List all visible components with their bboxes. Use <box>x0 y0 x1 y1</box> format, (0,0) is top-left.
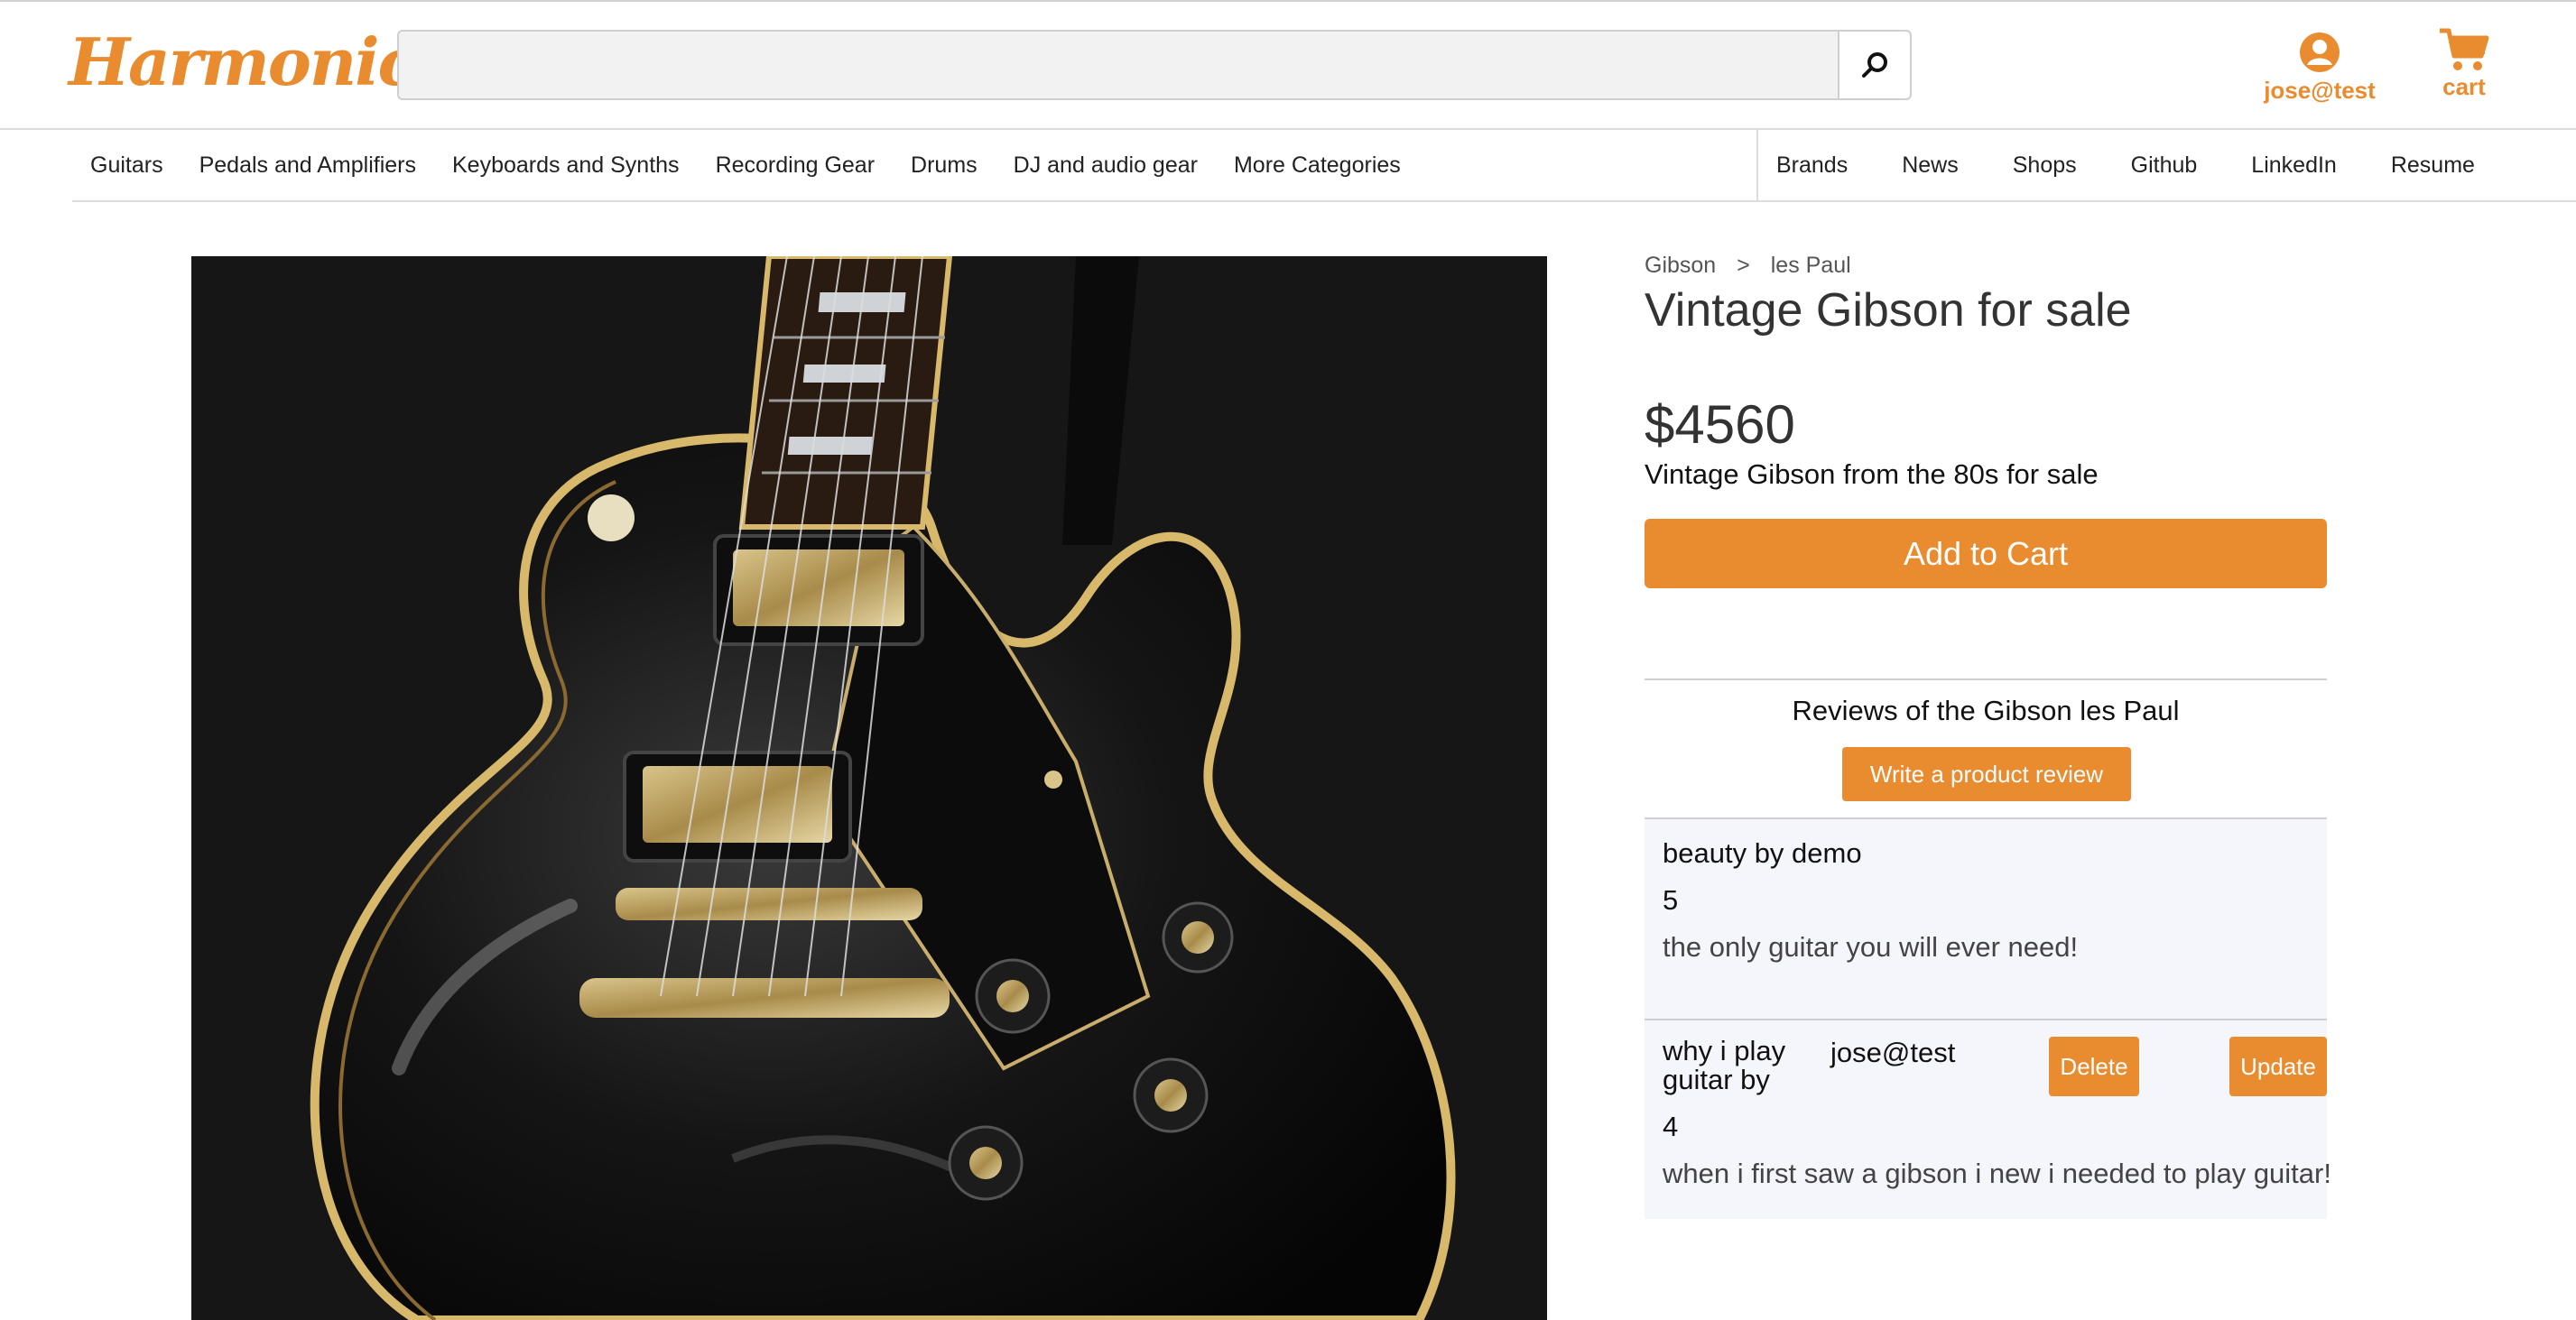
nav-item-news[interactable]: News <box>1902 152 1959 179</box>
product-title: Vintage Gibson for sale <box>1645 284 2132 337</box>
review-title: why i play guitar by <box>1663 1037 1785 1094</box>
nav-divider <box>72 200 2576 202</box>
category-nav: Guitars Pedals and Amplifiers Keyboards … <box>72 130 2576 200</box>
review-card: why i play guitar by jose@test Delete Up… <box>1645 1019 2331 1219</box>
cart-link[interactable]: cart <box>2428 27 2500 101</box>
cart-label: cart <box>2442 73 2486 100</box>
search-input[interactable] <box>399 32 1843 98</box>
nav-item-github[interactable]: Github <box>2131 152 2198 179</box>
guitar-illustration <box>191 256 1547 1320</box>
breadcrumb-model[interactable]: les Paul <box>1771 253 1851 278</box>
nav-item-recording-gear[interactable]: Recording Gear <box>716 152 875 179</box>
user-label: jose@test <box>2264 77 2376 104</box>
product-description: Vintage Gibson from the 80s for sale <box>1645 458 2099 490</box>
reviews-heading: Reviews of the Gibson les Paul <box>1792 695 2180 726</box>
user-icon <box>2300 32 2340 72</box>
product-image <box>191 256 1547 1320</box>
breadcrumb-separator: > <box>1737 253 1750 278</box>
review-rating: 5 <box>1663 884 1679 916</box>
update-review-button[interactable]: Update <box>2229 1037 2327 1096</box>
nav-item-more-categories[interactable]: More Categories <box>1234 152 1401 179</box>
review-card: beauty by demo 5 the only guitar you wil… <box>1645 817 2327 1019</box>
harmonic-logo[interactable]: Harmonic <box>69 23 417 100</box>
review-body: the only guitar you will ever need! <box>1663 931 2079 963</box>
page-top-border <box>0 0 2576 2</box>
nav-item-dj-audio-gear[interactable]: DJ and audio gear <box>1014 152 1198 179</box>
add-to-cart-button[interactable]: Add to Cart <box>1645 519 2327 588</box>
reviews-divider <box>1645 678 2327 680</box>
nav-item-pedals-amplifiers[interactable]: Pedals and Amplifiers <box>199 152 416 179</box>
review-author: jose@test <box>1830 1037 1956 1068</box>
search-button[interactable] <box>1838 32 1910 98</box>
nav-item-linkedin[interactable]: LinkedIn <box>2251 152 2337 179</box>
review-title-line: guitar by <box>1663 1064 1770 1095</box>
search-icon <box>1862 52 1887 78</box>
write-review-button[interactable]: Write a product review <box>1842 747 2131 801</box>
nav-links: Brands News Shops Github LinkedIn Resume <box>1756 130 2475 200</box>
nav-item-resume[interactable]: Resume <box>2391 152 2475 179</box>
review-rating: 4 <box>1663 1111 1679 1142</box>
nav-item-brands[interactable]: Brands <box>1776 152 1848 179</box>
nav-item-drums[interactable]: Drums <box>911 152 978 179</box>
nav-categories: Guitars Pedals and Amplifiers Keyboards … <box>90 130 1401 200</box>
nav-item-shops[interactable]: Shops <box>2013 152 2077 179</box>
review-body: when i first saw a gibson i new i needed… <box>1663 1158 2331 1189</box>
breadcrumb-brand[interactable]: Gibson <box>1645 253 1716 278</box>
delete-review-button[interactable]: Delete <box>2049 1037 2139 1096</box>
cart-icon <box>2440 28 2489 70</box>
review-title: beauty by demo <box>1663 837 1862 869</box>
breadcrumb: Gibson > les Paul <box>1645 253 1866 279</box>
search-bar <box>397 30 1912 100</box>
nav-item-keyboards-synths[interactable]: Keyboards and Synths <box>452 152 680 179</box>
user-account-link[interactable]: jose@test <box>2256 31 2383 105</box>
review-title-line: why i play <box>1663 1035 1786 1066</box>
product-price: $4560 <box>1645 394 1795 455</box>
nav-item-guitars[interactable]: Guitars <box>90 152 163 179</box>
